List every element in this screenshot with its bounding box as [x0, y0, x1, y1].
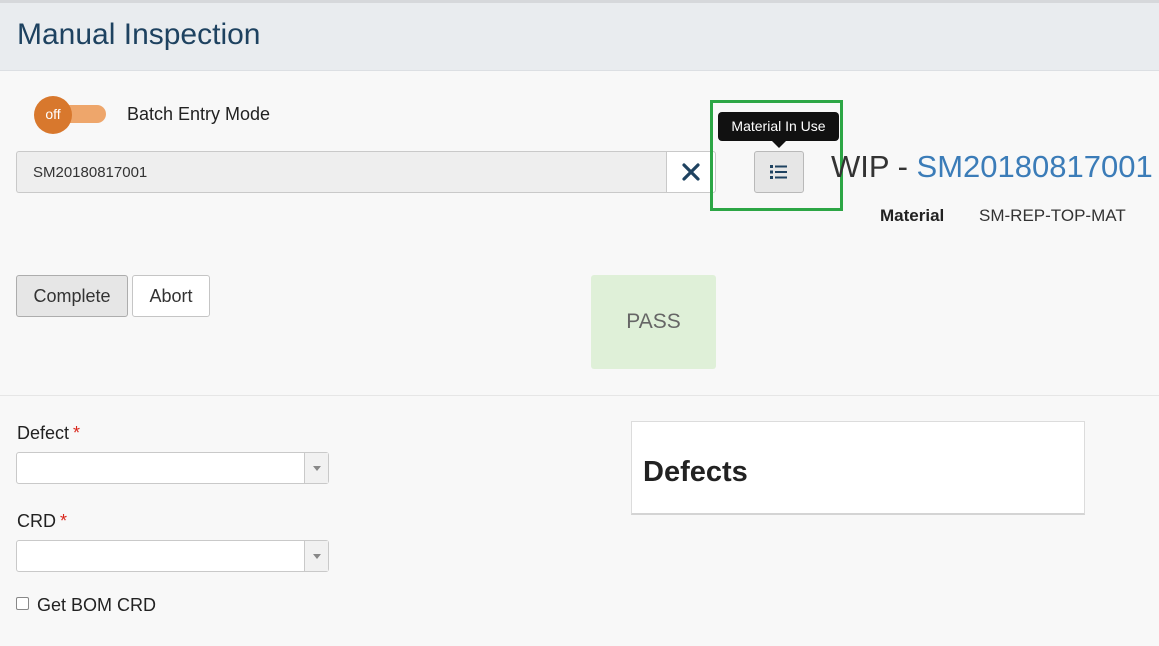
abort-button[interactable]: Abort [132, 275, 210, 317]
material-value: SM-REP-TOP-MAT [979, 206, 1126, 225]
clear-button[interactable] [666, 151, 716, 193]
crd-select[interactable] [16, 540, 329, 572]
defect-label-text: Defect [17, 423, 70, 443]
list-icon [770, 165, 787, 179]
wip-title: WIP - SM20180817001 [831, 149, 1153, 185]
defects-panel: Defects [631, 421, 1085, 515]
page-header: Manual Inspection [0, 3, 1159, 71]
batch-mode-toggle[interactable]: off [34, 96, 106, 134]
chevron-down-icon [304, 453, 328, 483]
crd-label-text: CRD [17, 511, 56, 531]
defect-select[interactable] [16, 452, 329, 484]
defect-label: Defect * [17, 423, 80, 444]
defects-title: Defects [643, 456, 748, 488]
material-in-use-button[interactable] [754, 151, 804, 193]
page-title: Manual Inspection [17, 18, 261, 51]
inspection-status: PASS [591, 275, 716, 369]
required-marker: * [73, 423, 81, 443]
required-marker: * [60, 511, 68, 531]
tooltip-arrow [772, 141, 786, 148]
batch-mode-label: Batch Entry Mode [127, 104, 271, 124]
wip-search-input[interactable] [16, 151, 667, 193]
section-divider [0, 395, 1159, 396]
get-bom-crd-label: Get BOM CRD [37, 595, 157, 615]
close-icon [682, 163, 700, 181]
material-label: Material [880, 206, 945, 225]
wip-prefix: WIP - [831, 149, 917, 184]
get-bom-crd-checkbox[interactable] [16, 597, 29, 610]
material-in-use-tooltip: Material In Use [718, 112, 839, 141]
complete-button[interactable]: Complete [16, 275, 128, 317]
wip-id: SM20180817001 [916, 149, 1153, 184]
toggle-knob: off [34, 96, 72, 134]
chevron-down-icon [304, 541, 328, 571]
crd-label: CRD * [17, 511, 67, 532]
